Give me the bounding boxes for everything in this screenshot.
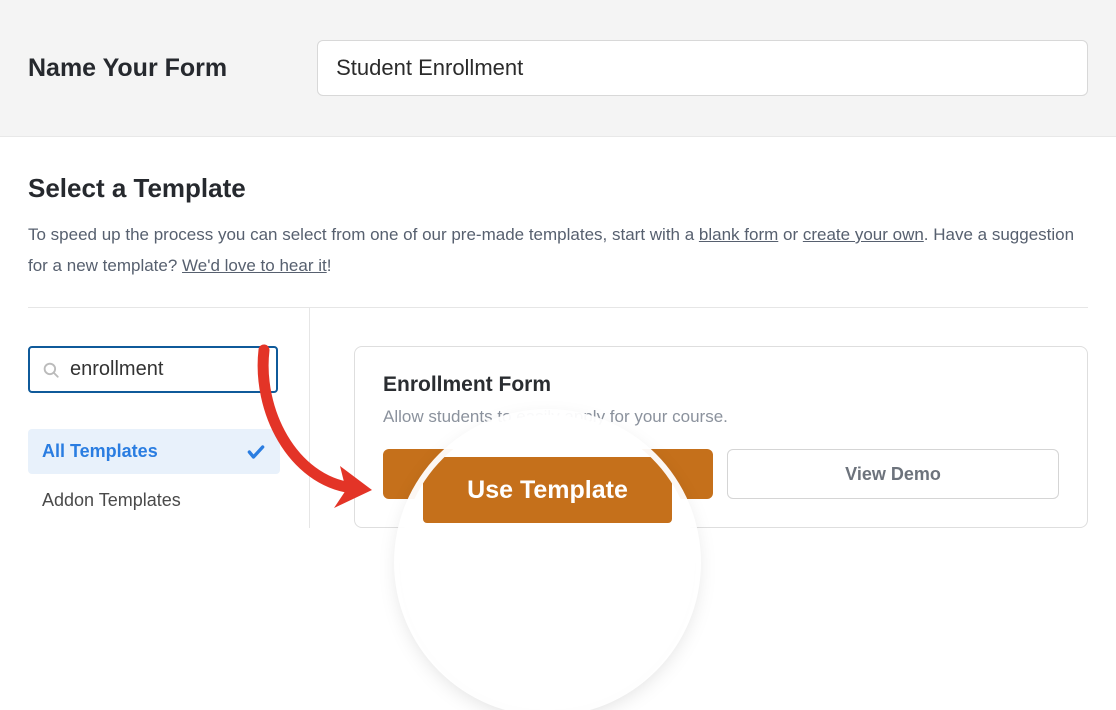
view-demo-button[interactable]: View Demo	[727, 449, 1059, 499]
template-card-title: Enrollment Form	[383, 373, 1059, 397]
category-addon-templates[interactable]: Addon Templates	[28, 478, 280, 523]
category-label: All Templates	[42, 441, 158, 462]
desc-text: !	[327, 256, 332, 275]
form-name-input[interactable]	[317, 40, 1088, 96]
check-icon	[246, 442, 266, 462]
template-search-input[interactable]	[70, 358, 335, 381]
magnifier-annotation: Use Template	[400, 415, 695, 710]
create-your-own-link[interactable]: create your own	[803, 225, 924, 244]
category-all-templates[interactable]: All Templates	[28, 429, 280, 474]
template-sidebar: All Templates Addon Templates	[28, 308, 310, 528]
template-card-description: Allow students to easily apply for your …	[383, 407, 1059, 427]
name-form-header: Name Your Form	[0, 0, 1116, 137]
search-icon	[42, 361, 60, 379]
blank-form-link[interactable]: blank form	[699, 225, 778, 244]
magnified-use-template-button: Use Template	[423, 457, 672, 523]
desc-text: To speed up the process you can select f…	[28, 225, 699, 244]
select-template-title: Select a Template	[28, 173, 1088, 204]
desc-text: or	[778, 225, 803, 244]
template-search-box[interactable]	[28, 346, 278, 393]
select-template-description: To speed up the process you can select f…	[28, 220, 1088, 281]
category-label: Addon Templates	[42, 490, 181, 511]
suggestion-link[interactable]: We'd love to hear it	[182, 256, 327, 275]
name-form-label: Name Your Form	[28, 54, 227, 83]
